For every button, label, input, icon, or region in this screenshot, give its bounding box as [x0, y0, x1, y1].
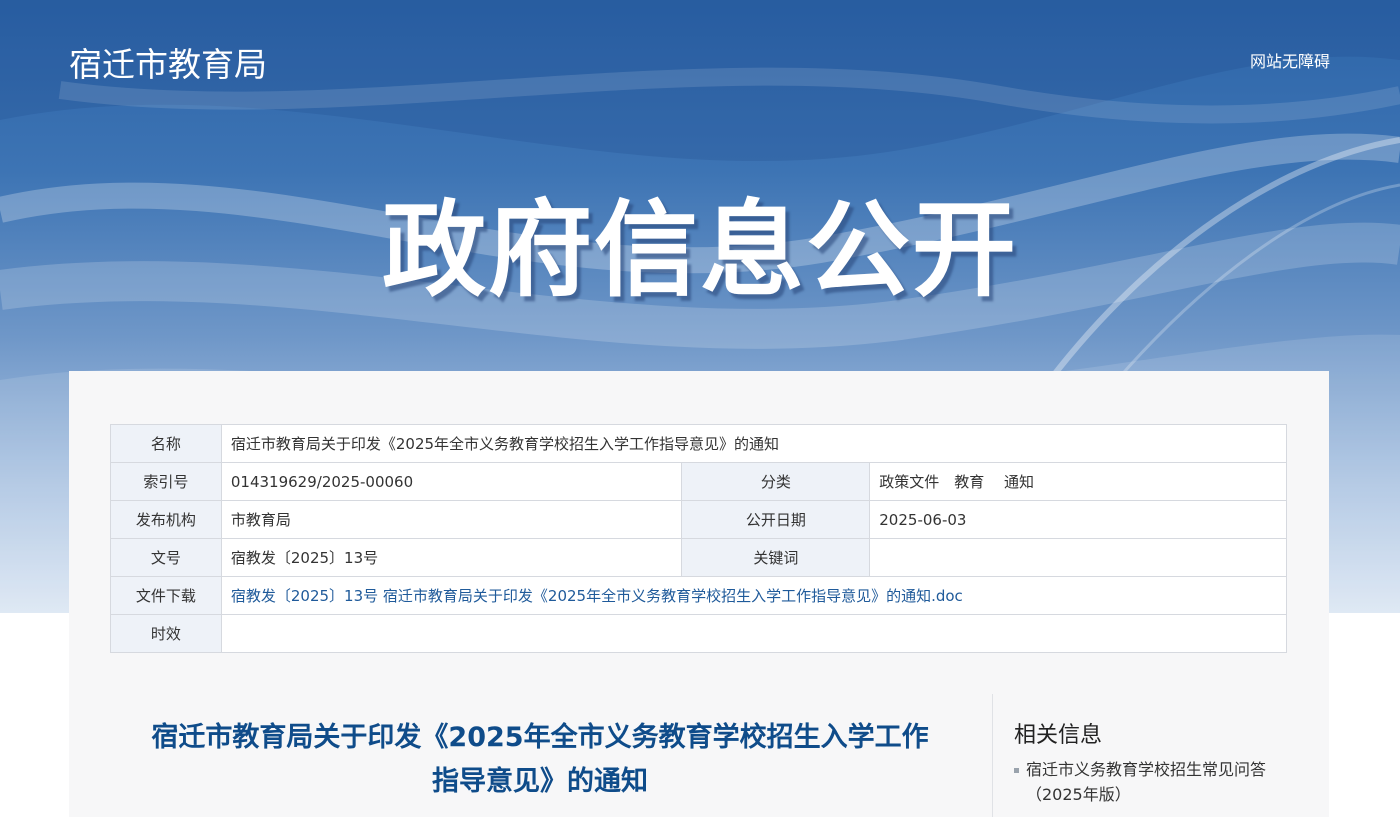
download-link[interactable]: 宿教发〔2025〕13号 宿迁市教育局关于印发《2025年全市义务教育学校招生入… [231, 587, 963, 605]
related-link-line1: 宿迁市义务教育学校招生常见问答 [1026, 760, 1267, 779]
name-value: 宿迁市教育局关于印发《2025年全市义务教育学校招生入学工作指导意见》的通知 [220, 424, 1288, 463]
table-row: 发布机构 市教育局 公开日期 2025-06-03 [110, 500, 1287, 539]
validity-label: 时效 [110, 614, 222, 653]
publisher-value: 市教育局 [220, 500, 683, 539]
sidebar-divider [992, 694, 993, 817]
keywords-value [869, 538, 1287, 577]
table-row: 文件下载 宿教发〔2025〕13号 宿迁市教育局关于印发《2025年全市义务教育… [110, 576, 1288, 615]
related-link-line2: （2025年版） [1026, 785, 1131, 804]
index-label: 索引号 [110, 462, 222, 501]
name-label: 名称 [110, 424, 222, 463]
hero-title: 政府信息公开 [381, 189, 1018, 311]
publisher-label: 发布机构 [110, 500, 222, 539]
category-value: 政策文件 教育 通知 [869, 462, 1287, 501]
date-label: 公开日期 [681, 500, 871, 539]
download-cell: 宿教发〔2025〕13号 宿迁市教育局关于印发《2025年全市义务教育学校招生入… [220, 576, 1288, 615]
doc-number-label: 文号 [110, 538, 222, 577]
doc-number-value: 宿教发〔2025〕13号 [220, 538, 683, 577]
keywords-label: 关键词 [681, 538, 871, 577]
article-title-line1: 宿迁市教育局关于印发《2025年全市义务教育学校招生入学工作 [151, 722, 929, 753]
content-panel: 名称 宿迁市教育局关于印发《2025年全市义务教育学校招生入学工作指导意见》的通… [69, 371, 1329, 817]
table-row: 索引号 014319629/2025-00060 分类 政策文件 教育 通知 [110, 462, 1287, 501]
list-item[interactable]: 宿迁市义务教育学校招生常见问答 （2025年版） [1014, 757, 1304, 807]
table-row: 时效 [110, 614, 1288, 653]
article-title: 宿迁市教育局关于印发《2025年全市义务教育学校招生入学工作 指导意见》的通知 [109, 716, 971, 804]
site-title[interactable]: 宿迁市教育局 [69, 38, 267, 86]
date-value: 2025-06-03 [869, 500, 1287, 539]
table-row: 名称 宿迁市教育局关于印发《2025年全市义务教育学校招生入学工作指导意见》的通… [110, 424, 1288, 463]
related-link[interactable]: 宿迁市义务教育学校招生常见问答 （2025年版） [1026, 760, 1266, 804]
category-label: 分类 [681, 462, 871, 501]
related-heading: 相关信息 [1014, 723, 1103, 748]
table-row: 文号 宿教发〔2025〕13号 关键词 [110, 538, 1287, 577]
validity-value [220, 614, 1288, 653]
related-list: 宿迁市义务教育学校招生常见问答 （2025年版） [1014, 757, 1304, 807]
document-info-table: 名称 宿迁市教育局关于印发《2025年全市义务教育学校招生入学工作指导意见》的通… [110, 424, 1288, 653]
download-label: 文件下载 [110, 576, 222, 615]
index-value: 014319629/2025-00060 [220, 462, 683, 501]
article-title-line2: 指导意见》的通知 [432, 766, 648, 797]
accessibility-link[interactable]: 网站无障碍 [1250, 48, 1330, 72]
